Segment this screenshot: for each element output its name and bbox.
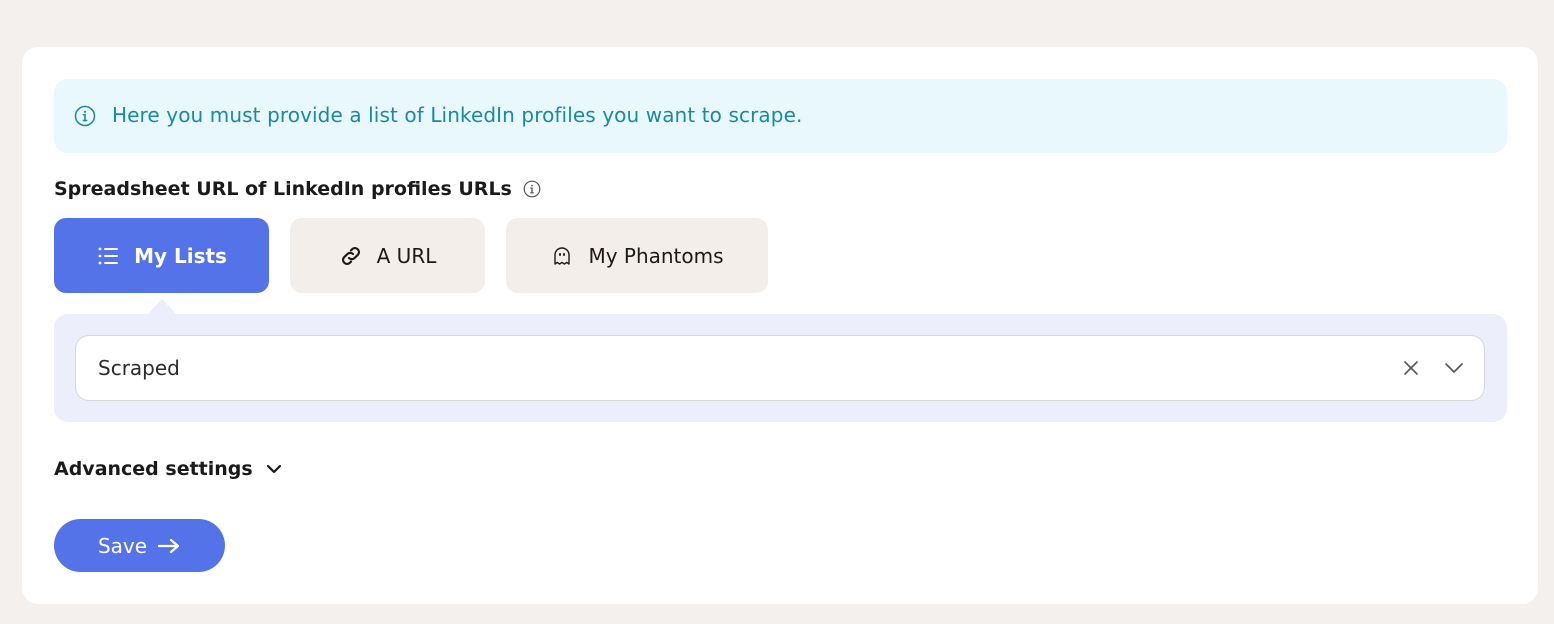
field-label: Spreadsheet URL of LinkedIn profiles URL… — [54, 178, 541, 200]
link-icon — [341, 246, 360, 265]
close-icon[interactable] — [1402, 359, 1420, 377]
settings-card: Here you must provide a list of LinkedIn… — [22, 47, 1538, 604]
save-button[interactable]: Save — [54, 519, 225, 572]
tab-label: My Phantoms — [588, 243, 724, 268]
active-tab-pointer — [148, 299, 176, 314]
list-icon — [98, 247, 119, 264]
tab-label: My Lists — [134, 243, 227, 268]
field-label-text: Spreadsheet URL of LinkedIn profiles URL… — [54, 178, 512, 200]
chevron-down-icon — [266, 464, 281, 474]
arrow-right-icon — [157, 538, 180, 553]
advanced-settings-label: Advanced settings — [54, 458, 253, 480]
tab-my-phantoms[interactable]: My Phantoms — [506, 218, 768, 293]
list-select-panel: Scraped — [54, 314, 1507, 422]
info-circle-icon — [74, 105, 96, 127]
tab-a-url[interactable]: A URL — [290, 218, 485, 293]
select-value: Scraped — [98, 356, 180, 380]
tab-label: A URL — [376, 243, 437, 268]
chevron-down-icon[interactable] — [1444, 359, 1464, 377]
save-button-label: Save — [97, 533, 148, 558]
list-select[interactable]: Scraped — [75, 335, 1485, 401]
ghost-icon — [554, 246, 571, 265]
info-circle-icon[interactable] — [523, 180, 541, 198]
info-banner: Here you must provide a list of LinkedIn… — [54, 79, 1507, 153]
info-banner-text: Here you must provide a list of LinkedIn… — [112, 103, 803, 127]
tab-my-lists[interactable]: My Lists — [54, 218, 269, 293]
advanced-settings-toggle[interactable]: Advanced settings — [54, 458, 283, 480]
